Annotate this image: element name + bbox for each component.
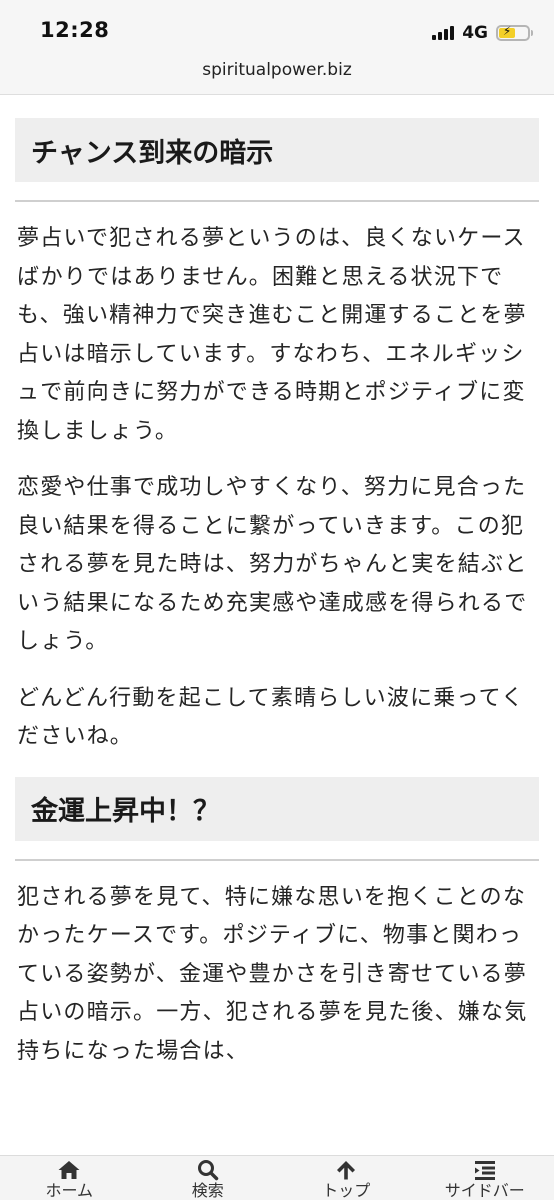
status-time: 12:28 <box>40 18 110 42</box>
cellular-signal-icon <box>432 26 455 40</box>
battery-level: ⚡ <box>499 24 516 38</box>
battery-icon: ⚡ <box>496 24 533 41</box>
article-content: チャンス到来の暗示 夢占いで犯される夢というのは、良くないケースばかりではありま… <box>0 95 554 1155</box>
nav-label: トップ <box>322 1181 371 1200</box>
section-divider <box>15 200 539 202</box>
charging-bolt-icon: ⚡ <box>502 24 512 38</box>
page: 12:28 4G ⚡ spiritualpower.biz チャンス到来の暗示 … <box>0 0 554 1200</box>
home-icon <box>58 1161 80 1179</box>
section-heading-money: 金運上昇中！？ <box>15 776 539 841</box>
arrow-up-icon <box>337 1161 356 1180</box>
nav-item-search[interactable]: 検索 <box>139 1156 278 1200</box>
section-divider <box>15 858 539 861</box>
search-icon <box>197 1160 218 1181</box>
nav-item-home[interactable]: ホーム <box>0 1156 139 1200</box>
section-heading-chance: チャンス到来の暗示 <box>15 118 539 182</box>
url-bar[interactable]: spiritualpower.biz <box>0 60 554 80</box>
nav-item-top[interactable]: トップ <box>277 1156 416 1200</box>
network-type: 4G <box>462 23 488 43</box>
sidebar-icon <box>474 1161 495 1180</box>
article-paragraph: 犯される夢を見て、特に嫌な思いを抱くことのなかったケースです。ポジティブに、物事… <box>17 884 528 1064</box>
nav-label: 検索 <box>191 1181 224 1200</box>
nav-item-sidebar[interactable]: サイドバー <box>416 1156 554 1200</box>
article-paragraph: 夢占いで犯される夢というのは、良くないケースばかりではありません。困難と思える状… <box>17 226 527 444</box>
browser-chrome: 12:28 4G ⚡ spiritualpower.biz <box>0 0 554 95</box>
status-indicators: 4G ⚡ <box>432 22 533 44</box>
nav-label: サイドバー <box>444 1181 525 1200</box>
article-paragraph: どんどん行動を起こして素晴らしい波に乗ってくださいね。 <box>17 685 525 750</box>
bottom-nav: ホーム 検索 トップ サイドバー <box>0 1155 554 1200</box>
article-paragraph: 恋愛や仕事で成功しやすくなり、努力に見合った良い結果を得ることに繋がっていきます… <box>17 475 528 654</box>
nav-label: ホーム <box>45 1181 94 1200</box>
